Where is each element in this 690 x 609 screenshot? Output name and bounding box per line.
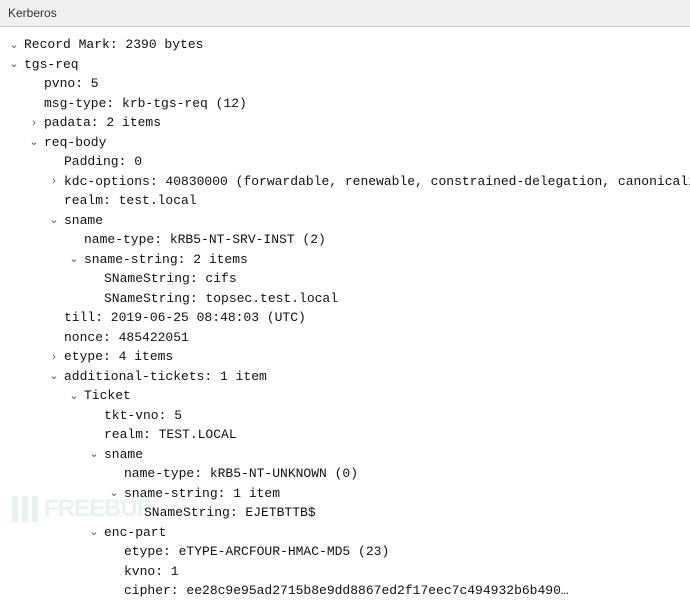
chevron-down-icon[interactable]: ⌄ (44, 368, 64, 385)
tree-row-enc-etype[interactable]: etype: eTYPE-ARCFOUR-HMAC-MD5 (23) (4, 542, 686, 562)
tree-row-ticket-sname-string[interactable]: ⌄sname-string: 1 item (4, 484, 686, 504)
tree-row-tkt-vno[interactable]: tkt-vno: 5 (4, 406, 686, 426)
tree-row-enc-part[interactable]: ⌄enc-part (4, 523, 686, 543)
tree-row-record-mark[interactable]: ⌄Record Mark: 2390 bytes (4, 35, 686, 55)
chevron-down-icon[interactable]: ⌄ (84, 446, 104, 463)
tree-label: name-type: kRB5-NT-SRV-INST (2) (84, 230, 326, 250)
tree-label: req-body (44, 133, 106, 153)
tree-label: Padding: 0 (64, 152, 142, 172)
tree-label: etype: eTYPE-ARCFOUR-HMAC-MD5 (23) (124, 542, 389, 562)
tree-label: name-type: kRB5-NT-UNKNOWN (0) (124, 464, 358, 484)
tree-row-nonce[interactable]: nonce: 485422051 (4, 328, 686, 348)
tree-row-padding[interactable]: Padding: 0 (4, 152, 686, 172)
chevron-down-icon[interactable]: ⌄ (4, 37, 24, 54)
tree-row-sname[interactable]: ⌄sname (4, 211, 686, 231)
chevron-down-icon[interactable]: ⌄ (64, 388, 84, 405)
tree-row-ticket[interactable]: ⌄Ticket (4, 386, 686, 406)
tree-row-cipher[interactable]: cipher: ee28c9e95ad2715b8e9dd8867ed2f17e… (4, 581, 686, 601)
tree-label: sname (64, 211, 103, 231)
chevron-right-icon[interactable]: › (44, 173, 64, 190)
tree-label: nonce: 485422051 (64, 328, 189, 348)
chevron-down-icon[interactable]: ⌄ (4, 56, 24, 73)
chevron-right-icon[interactable]: › (24, 115, 44, 132)
tree-label: tgs-req (24, 55, 79, 75)
chevron-right-icon[interactable]: › (44, 349, 64, 366)
tree-row-sname-string-1[interactable]: SNameString: topsec.test.local (4, 289, 686, 309)
tree-row-realm[interactable]: realm: test.local (4, 191, 686, 211)
tree-row-sname-string[interactable]: ⌄sname-string: 2 items (4, 250, 686, 270)
tree-label: sname (104, 445, 143, 465)
tree-label: sname-string: 1 item (124, 484, 280, 504)
tree-row-sname-string-0[interactable]: SNameString: cifs (4, 269, 686, 289)
tree-label: realm: test.local (64, 191, 197, 211)
tree-row-kvno[interactable]: kvno: 1 (4, 562, 686, 582)
panel-title: Kerberos (8, 6, 57, 20)
tree-label: realm: TEST.LOCAL (104, 425, 237, 445)
tree-label: pvno: 5 (44, 74, 99, 94)
tree-row-msg-type[interactable]: msg-type: krb-tgs-req (12) (4, 94, 686, 114)
tree-row-additional-tickets[interactable]: ⌄additional-tickets: 1 item (4, 367, 686, 387)
tree-row-kdc-options[interactable]: ›kdc-options: 40830000 (forwardable, ren… (4, 172, 686, 192)
tree-label: etype: 4 items (64, 347, 173, 367)
tree-label: kvno: 1 (124, 562, 179, 582)
tree-label: additional-tickets: 1 item (64, 367, 267, 387)
chevron-down-icon[interactable]: ⌄ (44, 212, 64, 229)
tree-row-req-body[interactable]: ⌄req-body (4, 133, 686, 153)
chevron-down-icon[interactable]: ⌄ (84, 524, 104, 541)
tree-row-till[interactable]: till: 2019-06-25 08:48:03 (UTC) (4, 308, 686, 328)
tree-row-ticket-realm[interactable]: realm: TEST.LOCAL (4, 425, 686, 445)
tree-label: enc-part (104, 523, 166, 543)
tree-row-etype[interactable]: ›etype: 4 items (4, 347, 686, 367)
tree-row-tgs-req[interactable]: ⌄tgs-req (4, 55, 686, 75)
tree-row-ticket-sname[interactable]: ⌄sname (4, 445, 686, 465)
tree-row-ticket-name-type[interactable]: name-type: kRB5-NT-UNKNOWN (0) (4, 464, 686, 484)
chevron-down-icon[interactable]: ⌄ (24, 134, 44, 151)
tree-label: kdc-options: 40830000 (forwardable, rene… (64, 172, 690, 192)
tree-label: cipher: ee28c9e95ad2715b8e9dd8867ed2f17e… (124, 581, 569, 601)
tree-label: Record Mark: 2390 bytes (24, 35, 203, 55)
tree-label: Ticket (84, 386, 131, 406)
tree-label: SNameString: EJETBTTB$ (144, 503, 316, 523)
tree-label: SNameString: topsec.test.local (104, 289, 338, 309)
tree-label: tkt-vno: 5 (104, 406, 182, 426)
tree-label: padata: 2 items (44, 113, 161, 133)
tree-row-ticket-sname-0[interactable]: SNameString: EJETBTTB$ (4, 503, 686, 523)
tree-row-padata[interactable]: ›padata: 2 items (4, 113, 686, 133)
tree-label: msg-type: krb-tgs-req (12) (44, 94, 247, 114)
chevron-down-icon[interactable]: ⌄ (64, 251, 84, 268)
chevron-down-icon[interactable]: ⌄ (104, 485, 124, 502)
tree-row-name-type[interactable]: name-type: kRB5-NT-SRV-INST (2) (4, 230, 686, 250)
tree-label: SNameString: cifs (104, 269, 237, 289)
panel-header: Kerberos (0, 0, 690, 27)
tree-label: till: 2019-06-25 08:48:03 (UTC) (64, 308, 306, 328)
tree-label: sname-string: 2 items (84, 250, 248, 270)
packet-tree: ⌄Record Mark: 2390 bytes⌄tgs-reqpvno: 5m… (0, 27, 690, 609)
tree-row-pvno[interactable]: pvno: 5 (4, 74, 686, 94)
